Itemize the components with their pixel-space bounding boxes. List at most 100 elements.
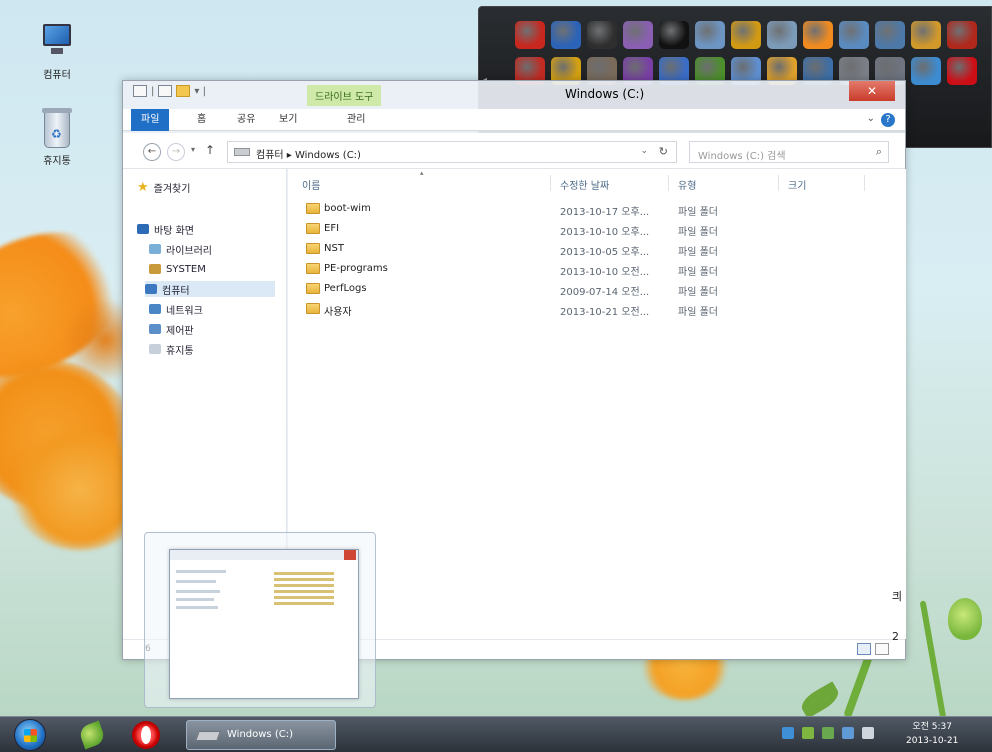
folder-icon: [306, 203, 320, 214]
app-nt-red-icon[interactable]: [947, 21, 977, 49]
app-console-icon[interactable]: [659, 21, 689, 49]
file-row[interactable]: PE-programs 2013-10-10 오전... 파일 폴더: [300, 259, 860, 279]
edge-glyph: 킈: [892, 590, 903, 603]
tray-network-icon[interactable]: [782, 727, 794, 739]
file-type: 파일 폴더: [678, 207, 718, 218]
back-button[interactable]: ←: [143, 143, 161, 161]
desktop-icon-computer[interactable]: 컴퓨터: [22, 22, 92, 81]
column-divider[interactable]: [550, 175, 551, 191]
desktop-icon-recycle-bin[interactable]: ♻ 휴지통: [22, 108, 92, 167]
nav-libraries[interactable]: 라이브러리: [149, 241, 212, 257]
large-icons-view-icon[interactable]: [875, 643, 889, 655]
wallpaper-bud: [948, 598, 982, 640]
file-date: 2013-10-10 오전...: [560, 267, 650, 278]
system-tray: [782, 727, 874, 739]
window-title: Windows (C:): [565, 87, 645, 101]
start-button[interactable]: [14, 719, 46, 751]
desktop-icon-label: 컴퓨터: [43, 70, 71, 81]
control-panel-icon: [149, 324, 161, 334]
navigation-bar: ← → ▾ ↑ 컴퓨터 ▸ Windows (C:) ⌄ ↻ Windows (…: [123, 133, 905, 169]
nav-control-panel[interactable]: 제어판: [149, 321, 194, 337]
file-name: PE-programs: [324, 263, 388, 274]
tray-app-icon[interactable]: [822, 727, 834, 739]
opera-icon[interactable]: [132, 721, 160, 749]
edge-glyph: 2: [892, 630, 899, 643]
nav-desktop[interactable]: 바탕 화면: [137, 221, 194, 237]
details-view-icon[interactable]: [857, 643, 871, 655]
context-tab-drive-tools: 드라이브 도구: [307, 85, 382, 106]
nav-recycle-bin[interactable]: 휴지통: [149, 341, 194, 357]
file-date: 2013-10-17 오후...: [560, 207, 650, 218]
tab-view[interactable]: 보기: [269, 109, 307, 131]
help-icon[interactable]: ?: [881, 113, 895, 127]
column-divider[interactable]: [668, 175, 669, 191]
tab-file[interactable]: 파일: [131, 109, 170, 131]
address-bar[interactable]: 컴퓨터 ▸ Windows (C:) ⌄ ↻: [227, 141, 677, 163]
computer-icon: [145, 284, 157, 294]
app-disc-icon[interactable]: [623, 21, 653, 49]
tab-share[interactable]: 공유: [227, 109, 265, 131]
recent-locations-icon[interactable]: ▾: [191, 145, 195, 154]
properties-icon[interactable]: [133, 85, 147, 97]
nav-favorites[interactable]: ★ 즐겨찾기: [137, 179, 190, 195]
recycle-bin-icon: [149, 344, 161, 354]
nav-computer[interactable]: 컴퓨터: [145, 281, 275, 297]
qat-dropdown-icon[interactable]: ▾ |: [194, 86, 206, 97]
app-sun-icon[interactable]: [731, 21, 761, 49]
file-row[interactable]: NST 2013-10-05 오후... 파일 폴더: [300, 239, 860, 259]
up-button[interactable]: ↑: [205, 143, 215, 157]
column-header-type[interactable]: 유형: [678, 177, 696, 192]
address-dropdown-icon[interactable]: ⌄: [640, 146, 648, 156]
app-window-icon[interactable]: [839, 21, 869, 49]
close-button[interactable]: ✕: [849, 81, 895, 101]
folder-icon: [306, 243, 320, 254]
file-row[interactable]: boot-wim 2013-10-17 오후... 파일 폴더: [300, 199, 860, 219]
forward-button[interactable]: →: [167, 143, 185, 161]
search-placeholder: Windows (C:) 검색: [698, 151, 786, 162]
taskbar-thumbnail-preview[interactable]: [144, 532, 376, 708]
title-bar[interactable]: | ▾ | 드라이브 도구 Windows (C:) ✕: [123, 81, 905, 109]
app-7zip-icon[interactable]: [587, 21, 617, 49]
tab-home[interactable]: 홈: [187, 109, 216, 131]
column-header-date[interactable]: 수정한 날짜: [560, 177, 609, 192]
app-hdd-icon[interactable]: [875, 21, 905, 49]
tray-app-icon[interactable]: [802, 727, 814, 739]
new-document-icon[interactable]: [158, 85, 173, 97]
tab-manage[interactable]: 관리: [337, 109, 375, 131]
file-row[interactable]: 사용자 2013-10-21 오전... 파일 폴더: [300, 299, 860, 319]
app-orange-disc-icon[interactable]: [803, 21, 833, 49]
app-search-icon[interactable]: [911, 21, 941, 49]
search-box[interactable]: Windows (C:) 검색 ⌕: [689, 141, 889, 163]
file-name: PerfLogs: [324, 283, 367, 294]
column-divider[interactable]: [864, 175, 865, 191]
file-date: 2009-07-14 오전...: [560, 287, 650, 298]
wallpaper-stem: [919, 600, 947, 716]
app-red-square-icon[interactable]: [515, 21, 545, 49]
ribbon-expand-icon[interactable]: ⌄: [867, 113, 875, 124]
refresh-icon[interactable]: ↻: [659, 145, 668, 158]
nav-label: 제어판: [166, 325, 194, 337]
app-book-icon[interactable]: [911, 57, 941, 85]
volume-icon[interactable]: [862, 727, 874, 739]
taskbar-pinned-app-icon[interactable]: [77, 720, 107, 750]
taskbar-button-explorer[interactable]: Windows (C:): [186, 720, 336, 750]
column-divider[interactable]: [778, 175, 779, 191]
new-folder-icon[interactable]: [176, 85, 191, 97]
file-row[interactable]: EFI 2013-10-10 오후... 파일 폴더: [300, 219, 860, 239]
thumbnail-close-icon[interactable]: [344, 550, 356, 560]
tray-flag-icon[interactable]: [842, 727, 854, 739]
drive-icon: [195, 731, 221, 741]
app-brush-icon[interactable]: [767, 21, 797, 49]
recycle-bin-icon: ♻: [42, 108, 72, 148]
app-calculator-icon[interactable]: [695, 21, 725, 49]
nav-network[interactable]: 네트워크: [149, 301, 203, 317]
search-icon: ⌕: [875, 145, 882, 158]
file-row[interactable]: PerfLogs 2009-07-14 오전... 파일 폴더: [300, 279, 860, 299]
app-blue-arrow-icon[interactable]: [551, 21, 581, 49]
file-type: 파일 폴더: [678, 287, 718, 298]
system-clock[interactable]: 오전 5:37 2013-10-21: [906, 720, 958, 748]
column-header-name[interactable]: 이름: [302, 177, 320, 192]
app-opera-icon[interactable]: [947, 57, 977, 85]
column-header-size[interactable]: 크기: [788, 177, 806, 192]
nav-system[interactable]: SYSTEM: [149, 261, 206, 277]
